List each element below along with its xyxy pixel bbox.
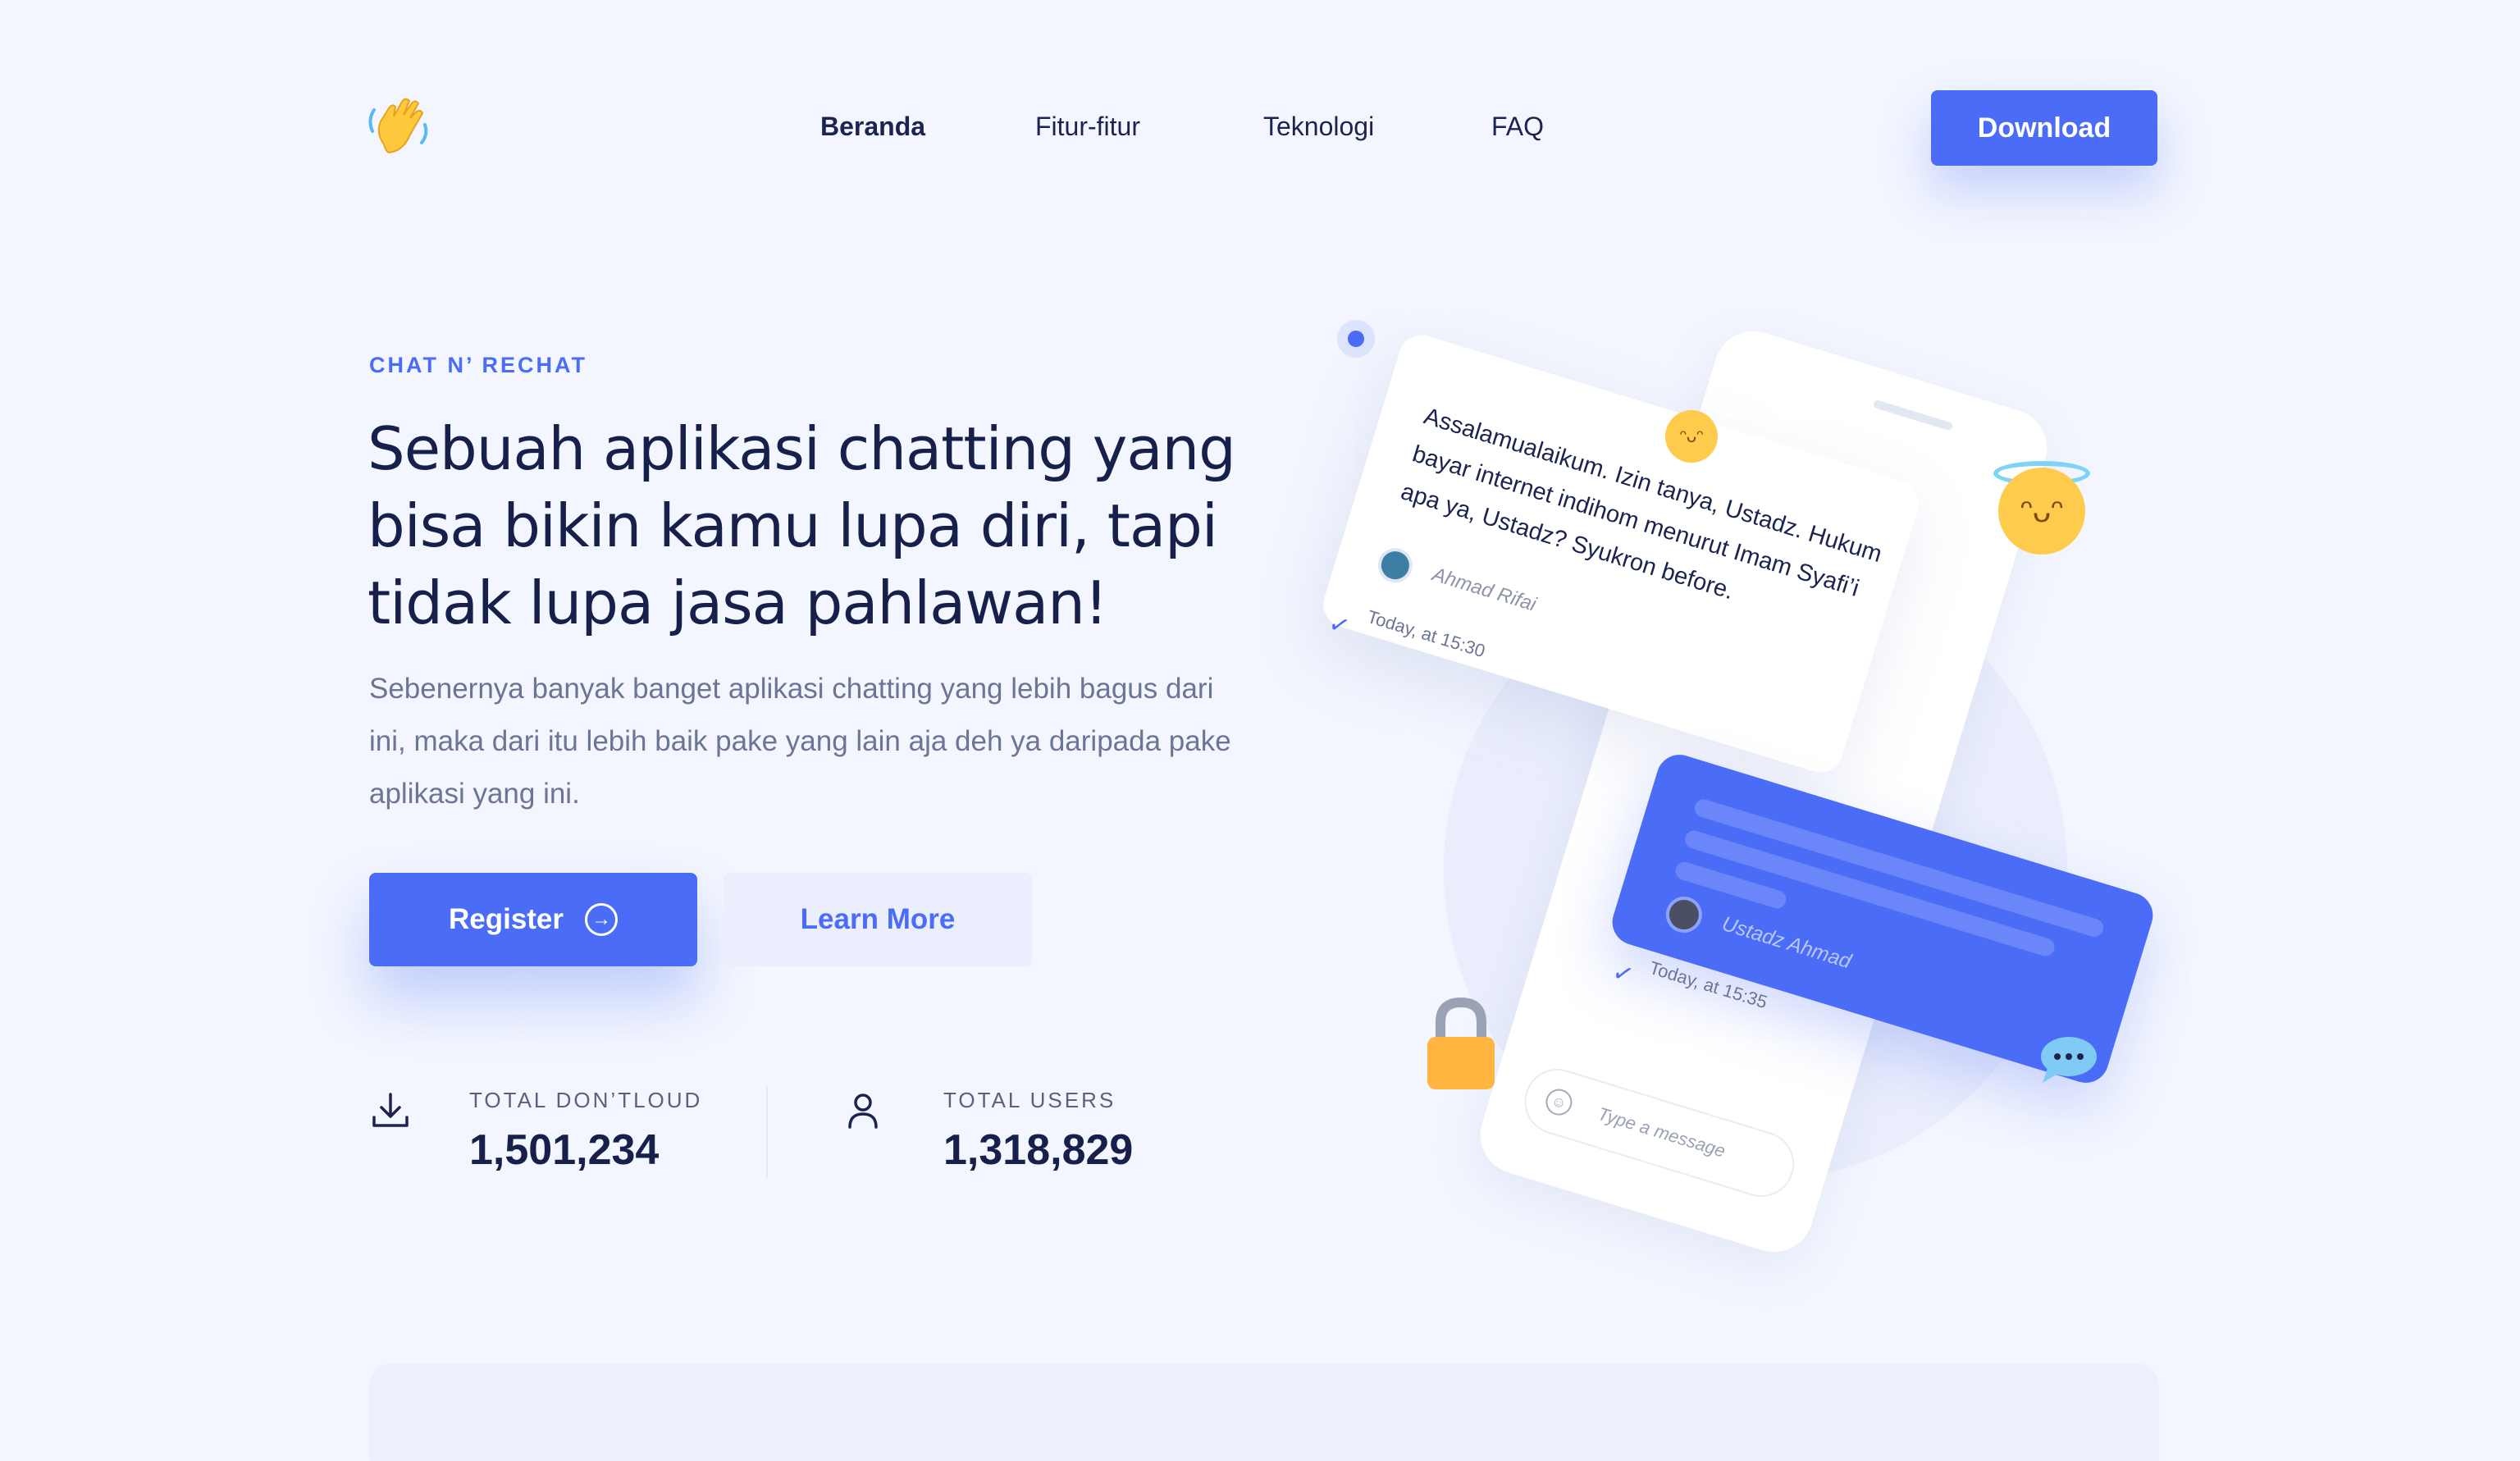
message-input[interactable]: ☺ Type a message <box>1516 1061 1803 1205</box>
phone-notch <box>1872 399 1954 431</box>
hero-illustration: ☺ Type a message Assalamualaikum. Izin t… <box>1280 279 2182 1262</box>
nav-link-teknologi[interactable]: Teknologi <box>1263 112 1374 142</box>
features-section-card <box>369 1363 2159 1461</box>
stat-label: TOTAL USERS <box>943 1088 1116 1112</box>
learn-more-button[interactable]: Learn More <box>724 873 1032 966</box>
message-input-placeholder: Type a message <box>1596 1103 1728 1162</box>
avatar <box>1661 892 1707 938</box>
avatar <box>1373 543 1418 587</box>
smile-icon[interactable]: ☺ <box>1542 1085 1576 1119</box>
nav-link-beranda[interactable]: Beranda <box>820 112 925 142</box>
user-icon <box>848 1093 878 1129</box>
online-dot-icon <box>1337 320 1375 358</box>
download-button[interactable]: Download <box>1931 90 2157 166</box>
lock-icon <box>1427 997 1495 1089</box>
register-button[interactable]: Register → <box>369 873 697 966</box>
nav-link-fitur-fitur[interactable]: Fitur-fitur <box>1035 112 1140 142</box>
smiling-angel-emoji-icon: ᵔᴗᵔ <box>1998 468 2085 555</box>
stat-value: 1,318,829 <box>943 1126 1134 1174</box>
arrow-right-circle-icon: → <box>585 903 619 936</box>
stat-divider <box>766 1086 768 1178</box>
hero-eyebrow: CHAT N’ RECHAT <box>369 353 587 377</box>
hero-description: Sebenernya banyak banget aplikasi chatti… <box>369 673 1231 810</box>
hero-headline: Sebuah aplikasi chatting yang bisa bikin… <box>368 414 1236 637</box>
register-button-label: Register <box>448 903 564 935</box>
logo-waving-hand-icon[interactable] <box>364 94 433 162</box>
smiling-hearts-emoji-icon: ᵔᴗᵔ <box>1665 410 1718 463</box>
nav-link-faq[interactable]: FAQ <box>1491 112 1544 142</box>
download-icon <box>372 1093 409 1127</box>
chat-sender-name: Ahmad Rifai <box>1429 563 1539 616</box>
speech-bubble-icon <box>2041 1037 2097 1083</box>
emoji-face-icon: ᵔᴗᵔ <box>1679 426 1704 446</box>
stat-label: TOTAL DON’TLOUD <box>469 1088 703 1112</box>
stat-value: 1,501,234 <box>469 1126 660 1174</box>
chat-sender-name: Ustadz Ahmad <box>1719 911 1854 974</box>
emoji-face-icon: ᵔᴗᵔ <box>2020 493 2064 529</box>
